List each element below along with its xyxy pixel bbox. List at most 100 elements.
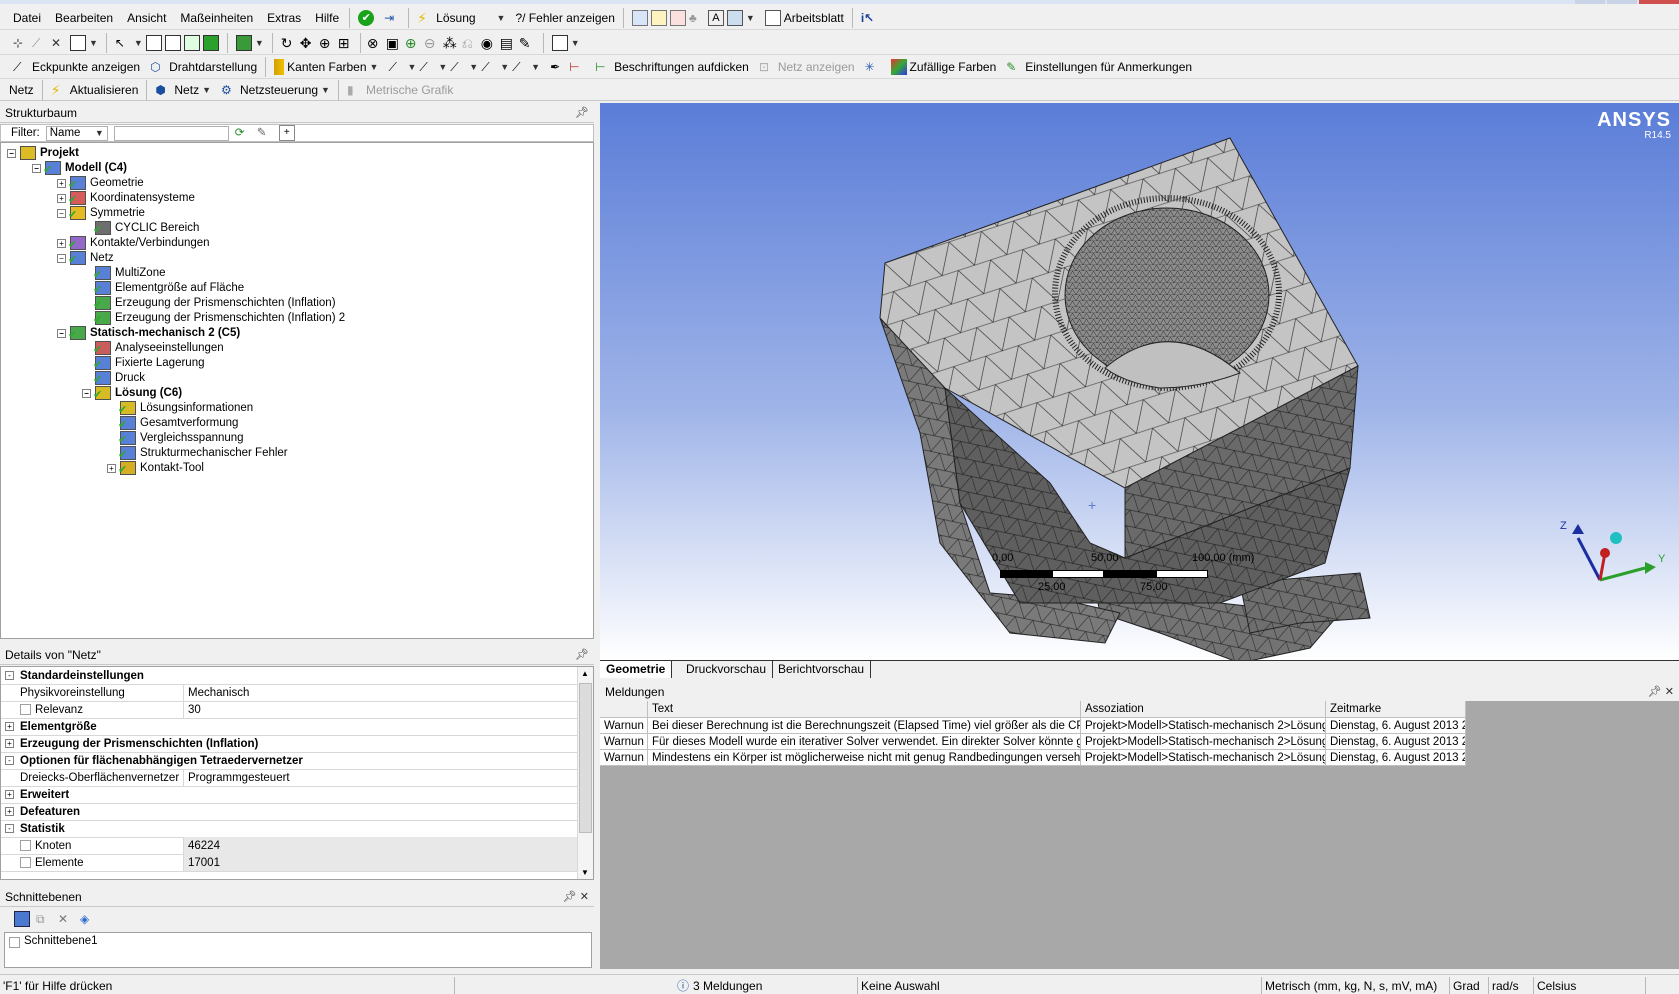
- group-expander-icon[interactable]: +: [5, 722, 14, 731]
- graphics-viewport[interactable]: ANSYS R14.5 + 0,00 50,00 100,00 (mm) 25,…: [600, 103, 1679, 660]
- parameter-checkbox[interactable]: [20, 704, 31, 715]
- schnittebene-checkbox[interactable]: [9, 937, 20, 948]
- menu-datei[interactable]: Datei: [6, 11, 48, 25]
- status-rads[interactable]: rad/s: [1489, 977, 1534, 994]
- messages-cell[interactable]: Projekt>Modell>Statisch-mechanisch 2>Lös…: [1081, 718, 1326, 734]
- tree-node[interactable]: − ✔ Statisch-mechanisch 2 (C5): [57, 325, 240, 341]
- window-layout-button[interactable]: ▼: [547, 32, 585, 54]
- filter-input[interactable]: [113, 125, 229, 141]
- messages-header-cell[interactable]: Zeitmarke: [1326, 701, 1466, 718]
- messages-header-cell[interactable]: [600, 701, 648, 718]
- details-group[interactable]: - Standardeinstellungen: [1, 667, 577, 685]
- navigation-icons[interactable]: ↻ ✥ ⊕ ⊞ ⊗ ▣ ⊕ ⊖ ⁂ ⎌ ◉ ▤ ✎: [276, 32, 540, 54]
- tree-node[interactable]: ✔ Lösungsinformationen: [107, 400, 253, 416]
- tree-node[interactable]: − ✔ Symmetrie: [57, 205, 145, 221]
- details-scrollbar[interactable]: ▲ ▼: [577, 667, 593, 879]
- details-value-cell[interactable]: Programmgesteuert: [184, 772, 290, 784]
- menu-ansicht[interactable]: Ansicht: [120, 11, 173, 25]
- messages-cell[interactable]: Dienstag, 6. August 2013 21: [1326, 750, 1466, 766]
- copy-section-icon[interactable]: ⧉: [36, 911, 52, 927]
- meldungen-pin-close[interactable]: 📌︎ ✕: [1648, 685, 1674, 698]
- solve-check-button[interactable]: ✔: [353, 7, 379, 29]
- details-pin-icon[interactable]: 📌︎: [575, 648, 589, 661]
- tree-node[interactable]: + ✔ Geometrie: [57, 175, 144, 191]
- tree-node[interactable]: ✔ Erzeugung der Prismenschichten (Inflati…: [82, 295, 336, 311]
- details-row[interactable]: Dreiecks-Oberflächenvernetzer Programmges…: [1, 768, 577, 787]
- tree-node[interactable]: ✔ Elementgröße auf Fläche: [82, 280, 244, 296]
- tree-node[interactable]: ✔ Erzeugung der Prismenschichten (Inflati…: [82, 310, 345, 326]
- edge-style-icons[interactable]: ⟋ ▼ ⟋ ▼ ⟋ ▼ ⟋ ▼ ⟋ ▼: [383, 56, 545, 78]
- pin-icon[interactable]: 📌︎: [575, 106, 589, 119]
- netzsteuerung-dropdown[interactable]: ⚙ Netzsteuerung ▼: [216, 79, 335, 100]
- minimize-button[interactable]: [1575, 0, 1605, 4]
- tree-node[interactable]: ✔ CYCLIC Bereich: [82, 220, 199, 236]
- details-row[interactable]: Physikvoreinstellung Mechanisch: [1, 683, 577, 702]
- tree-node[interactable]: ✔ Analyseeinstellungen: [82, 340, 224, 356]
- axis-triad[interactable]: [1560, 518, 1670, 608]
- schnittebene-label[interactable]: Schnittebene1: [24, 935, 98, 947]
- tree-node[interactable]: + ✔ Koordinatensysteme: [57, 190, 195, 206]
- tree-node[interactable]: + ✔ Kontakt-Tool: [107, 460, 204, 476]
- explode-button[interactable]: ✳: [860, 56, 886, 78]
- details-group[interactable]: - Optionen für flächenabhängigen Tetraede…: [1, 752, 577, 770]
- section-view-icon[interactable]: ◈: [80, 911, 96, 927]
- details-row[interactable]: Relevanz 30: [1, 700, 577, 719]
- tree-expander-icon[interactable]: −: [57, 253, 66, 263]
- messages-header-cell[interactable]: Assoziation: [1081, 701, 1326, 718]
- group-expander-icon[interactable]: -: [5, 824, 14, 833]
- delete-section-icon[interactable]: ✕: [58, 911, 74, 927]
- menu-bearbeiten[interactable]: Bearbeiten: [48, 11, 120, 25]
- details-value-cell[interactable]: 17001: [184, 854, 577, 871]
- messages-cell[interactable]: Warnun: [600, 718, 648, 734]
- tree-expander-icon[interactable]: −: [7, 148, 16, 158]
- einstellungen-anmerkungen-button[interactable]: ✎ Einstellungen für Anmerkungen: [1001, 56, 1197, 78]
- tree-node[interactable]: + ✔ Kontakte/Verbindungen: [57, 235, 210, 251]
- new-section-plane-icon[interactable]: [14, 911, 30, 927]
- messages-cell[interactable]: Projekt>Modell>Statisch-mechanisch 2>Lös…: [1081, 750, 1326, 766]
- messages-cell[interactable]: Warnun: [600, 750, 648, 766]
- messages-cell[interactable]: Dienstag, 6. August 2013 21: [1326, 734, 1466, 750]
- messages-cell[interactable]: Warnun: [600, 734, 648, 750]
- loesung-button[interactable]: ⚡ Lösung ▼: [412, 7, 510, 29]
- tree-node[interactable]: ✔ Fixierte Lagerung: [82, 355, 205, 371]
- messages-cell[interactable]: Dienstag, 6. August 2013 21: [1326, 718, 1466, 734]
- netz-dropdown[interactable]: ⬢ Netz ▼: [150, 79, 216, 100]
- tree-expander-icon[interactable]: −: [82, 388, 91, 398]
- tab-berichtvorschau[interactable]: Berichtvorschau: [772, 661, 872, 678]
- parameter-checkbox[interactable]: [20, 840, 31, 851]
- drahtdarstellung-button[interactable]: ⬡ Drahtdarstellung: [145, 56, 262, 78]
- tab-druckvorschau[interactable]: Druckvorschau: [680, 661, 774, 678]
- link-button[interactable]: ⇥: [379, 7, 405, 29]
- details-group[interactable]: + Defeaturen: [1, 803, 577, 821]
- messages-cell[interactable]: Mindestens ein Körper ist möglicherweise…: [648, 750, 1081, 766]
- tree-node[interactable]: − ✔ Modell (C4): [32, 160, 127, 176]
- menu-extras[interactable]: Extras: [260, 11, 308, 25]
- scroll-up-icon[interactable]: ▲: [581, 669, 589, 678]
- messages-header-cell[interactable]: Text: [648, 701, 1081, 718]
- info-button[interactable]: i↖: [856, 7, 882, 29]
- details-group[interactable]: + Elementgröße: [1, 718, 577, 736]
- expand-all-icon[interactable]: +: [278, 125, 295, 141]
- fehler-anzeigen-button[interactable]: ?/ Fehler anzeigen: [510, 7, 619, 29]
- scroll-down-icon[interactable]: ▼: [581, 868, 589, 877]
- group-expander-icon[interactable]: +: [5, 807, 14, 816]
- tree-node[interactable]: ✔ Vergleichsspannung: [107, 430, 244, 446]
- schnittebenen-pin-close[interactable]: 📌︎ ✕: [563, 890, 589, 903]
- close-button[interactable]: [1639, 0, 1679, 4]
- status-celsius[interactable]: Celsius: [1534, 977, 1646, 994]
- tree-node[interactable]: − ✔ Lösung (C6): [82, 385, 182, 401]
- report-icons-group[interactable]: ♣ A ▼: [627, 7, 760, 29]
- zufaellige-farben-button[interactable]: Zufällige Farben: [886, 56, 1002, 78]
- status-einheiten[interactable]: Metrisch (mm, kg, N, s, mV, mA): [1262, 977, 1450, 994]
- messages-cell[interactable]: Für dieses Modell wurde ein iterativer S…: [648, 734, 1081, 750]
- refresh-filter-icon[interactable]: ⟳: [235, 125, 251, 141]
- group-expander-icon[interactable]: -: [5, 756, 14, 765]
- details-row[interactable]: Elemente 17001: [1, 853, 577, 872]
- details-value-cell[interactable]: Mechanisch: [184, 687, 249, 699]
- details-group[interactable]: + Erzeugung der Prismenschichten (Inflati…: [1, 735, 577, 753]
- tree-expander-icon[interactable]: +: [57, 238, 66, 248]
- thicken-tool-icons[interactable]: ✒ ⊢: [545, 56, 590, 78]
- group-expander-icon[interactable]: +: [5, 790, 14, 799]
- menu-masseinheiten[interactable]: Maßeinheiten: [173, 11, 260, 25]
- eckpunkte-button[interactable]: ⟋ Eckpunkte anzeigen: [8, 56, 145, 78]
